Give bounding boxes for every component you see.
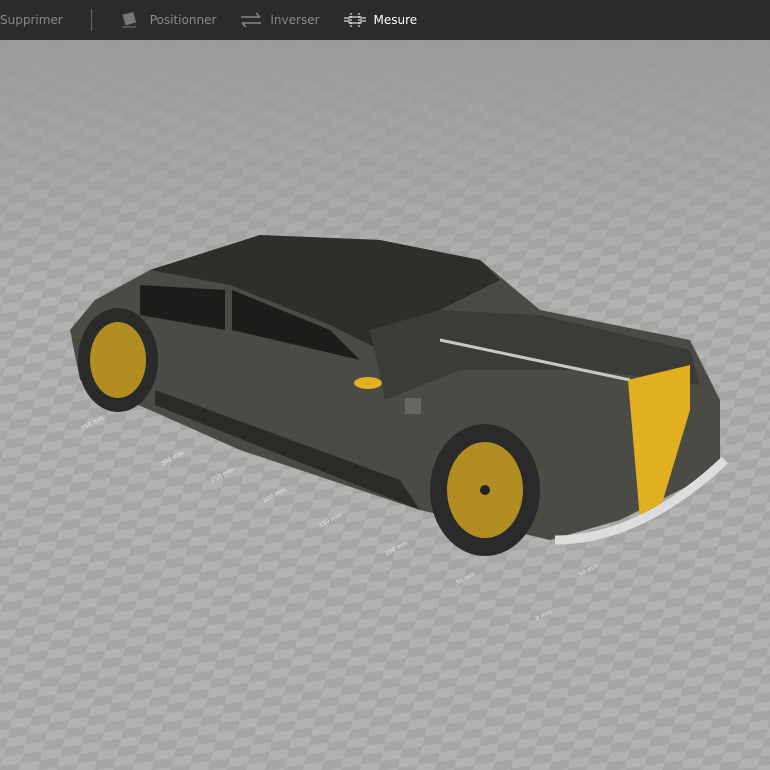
- 3d-viewport[interactable]: 350 mm 300 mm 250 mm 200 mm 150 mm 100 m…: [0, 40, 770, 770]
- swap-button[interactable]: Inverser: [240, 0, 320, 40]
- toolbar-divider: [90, 9, 92, 31]
- measure-label: Mesure: [373, 13, 418, 27]
- delete-label: Supprimer: [0, 13, 63, 27]
- delete-button[interactable]: Supprimer: [0, 0, 63, 40]
- position-icon: [120, 11, 140, 28]
- swap-label: Inverser: [270, 13, 320, 27]
- position-label: Positionner: [149, 13, 217, 27]
- wheel: [90, 322, 146, 398]
- swap-arrows-icon: [240, 12, 262, 28]
- position-button[interactable]: Positionner: [120, 0, 217, 40]
- car-model[interactable]: [0, 40, 770, 770]
- toolbar: Supprimer Positionner Inverser Mesure: [0, 0, 770, 40]
- measure-icon: [344, 12, 366, 28]
- measure-button[interactable]: Mesure: [344, 0, 418, 40]
